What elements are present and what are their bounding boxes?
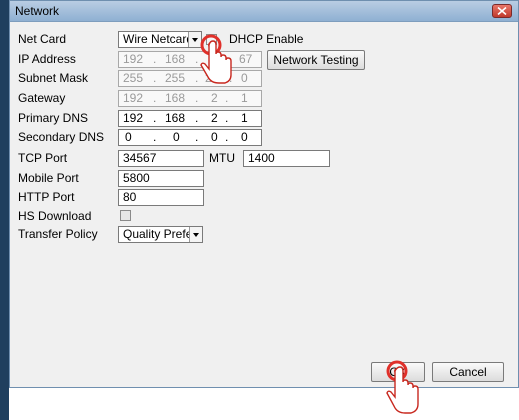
hand-pointer-icon [386,360,419,414]
dot: . [225,111,229,125]
title-bar: Network [10,1,518,22]
octet: 2 [211,91,218,105]
dot: . [195,130,199,144]
transfer-policy-label: Transfer Policy [18,227,98,241]
http-port-input[interactable]: 80 [118,189,204,206]
dhcp-enable-label: DHCP Enable [229,32,304,46]
close-icon [497,7,507,15]
transfer-policy-select[interactable]: Quality Prefe [118,226,203,243]
octet: 192 [123,52,144,66]
gateway-field[interactable]: 192 . 168 . 2 . 1 [118,90,262,107]
net-card-select[interactable]: Wire Netcard [118,31,202,48]
network-testing-button[interactable]: Network Testing [267,50,365,70]
mobile-port-input[interactable]: 5800 [118,170,204,187]
subnet-mask-field[interactable]: 255 . 255 . 255 . 0 [118,70,262,87]
dot: . [153,91,157,105]
octet: 0 [241,130,248,144]
octet: 0 [211,130,218,144]
transfer-policy-value: Quality Prefe [123,227,193,241]
hs-download-checkbox[interactable] [120,210,131,221]
mobile-port-label: Mobile Port [18,171,79,185]
hand-pointer-icon [200,34,232,84]
network-dialog: Network Net Card Wire Netcard DHCP Enabl… [9,0,519,388]
octet: 2 [211,111,218,125]
background-edge [0,0,9,420]
hs-download-label: HS Download [18,209,92,223]
chevron-down-icon [189,227,202,242]
dot: . [153,111,157,125]
tcp-port-input[interactable]: 34567 [118,150,204,167]
dot: . [225,91,229,105]
mtu-input[interactable]: 1400 [243,150,330,167]
primary-dns-label: Primary DNS [18,111,89,125]
ip-address-label: IP Address [18,52,76,66]
dot: . [195,111,199,125]
dot: . [225,130,229,144]
octet: 67 [239,52,253,66]
dot: . [153,71,157,85]
octet: 168 [165,111,186,125]
mtu-label: MTU [209,151,235,165]
octet: 1 [241,91,248,105]
octet: 255 [123,71,144,85]
octet: 192 [123,91,144,105]
http-port-label: HTTP Port [18,190,75,204]
tcp-port-label: TCP Port [18,151,68,165]
octet: 1 [241,111,248,125]
dot: . [195,91,199,105]
octet: 168 [165,52,186,66]
secondary-dns-label: Secondary DNS [18,130,105,144]
ip-address-field[interactable]: 192 . 168 . 2 . 67 [118,51,262,68]
octet: 0 [173,130,180,144]
close-button[interactable] [492,4,512,18]
secondary-dns-field[interactable]: 0 . 0 . 0 . 0 [118,129,262,146]
dot: . [153,130,157,144]
octet: 255 [165,71,186,85]
octet: 0 [241,71,248,85]
dot: . [153,52,157,66]
octet: 0 [125,130,132,144]
net-card-label: Net Card [18,32,67,46]
cancel-button[interactable]: Cancel [432,362,504,382]
gateway-label: Gateway [18,91,66,105]
octet: 168 [165,91,186,105]
net-card-value: Wire Netcard [123,32,194,46]
dialog-content: Net Card Wire Netcard DHCP Enable IP Add… [10,22,518,387]
octet: 192 [123,111,144,125]
subnet-mask-label: Subnet Mask [18,71,89,85]
primary-dns-field[interactable]: 192 . 168 . 2 . 1 [118,110,262,127]
window-title: Network [15,4,60,18]
